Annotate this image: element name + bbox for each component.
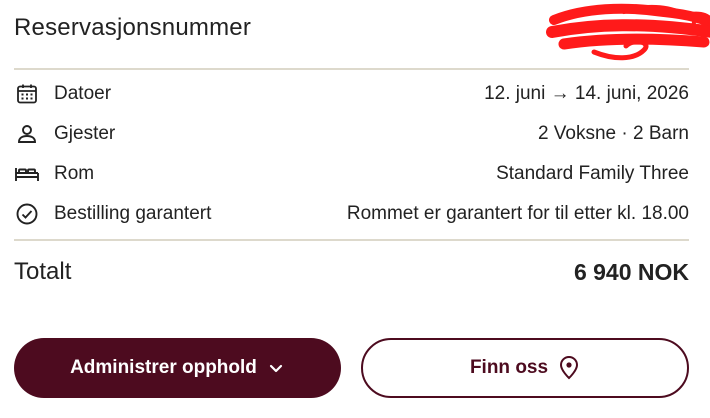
check-circle-icon [14, 201, 40, 227]
redaction-scribble [546, 3, 710, 61]
calendar-icon [14, 81, 40, 107]
dates-value: 12. juni → 14. juni, 2026 [484, 83, 689, 104]
reservation-header: Reservasjonsnummer [14, 0, 710, 68]
guests-label: Gjester [54, 123, 116, 144]
reservation-details: Datoer 12. juni → 14. juni, 2026 Gjester… [14, 74, 689, 234]
detail-row-guests: Gjester 2 Voksne · 2 Barn [14, 114, 689, 154]
room-label: Rom [54, 163, 95, 184]
bed-icon [14, 161, 40, 187]
person-icon [14, 121, 40, 147]
total-amount: 6 940 NOK [573, 258, 689, 285]
detail-row-room: Rom Standard Family Three [14, 154, 689, 194]
guests-value: 2 Voksne · 2 Barn [537, 123, 689, 144]
find-us-label: Finn oss [469, 357, 549, 378]
manage-stay-label: Administrer opphold [70, 357, 257, 378]
manage-stay-button[interactable]: Administrer opphold [14, 338, 341, 398]
find-us-button[interactable]: Finn oss [361, 338, 689, 398]
room-value: Standard Family Three [496, 163, 689, 184]
reservation-number-label: Reservasjonsnummer [14, 14, 252, 41]
detail-row-dates: Datoer 12. juni → 14. juni, 2026 [14, 74, 689, 114]
divider-bottom [14, 239, 689, 241]
guarantee-value: Rommet er garantert for til etter kl. 18… [346, 203, 689, 224]
total-row: Totalt 6 940 NOK [14, 258, 689, 286]
chevron-down-icon [269, 364, 283, 373]
map-pin-icon [560, 356, 579, 380]
dates-label: Datoer [54, 83, 112, 104]
guarantee-label: Bestilling garantert [54, 203, 212, 224]
detail-row-guarantee: Bestilling garantert Rommet er garantert… [14, 194, 689, 234]
total-label: Totalt [14, 258, 72, 285]
divider-top [14, 68, 689, 70]
